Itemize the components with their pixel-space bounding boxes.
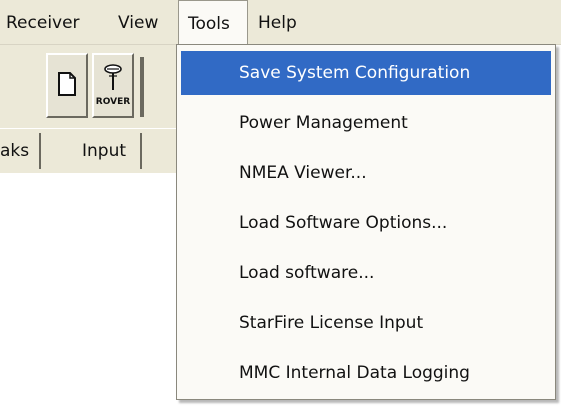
rover-antenna-icon bbox=[104, 64, 122, 90]
menu-help[interactable]: Help bbox=[258, 0, 297, 44]
menu-item-load-software[interactable]: Load software... bbox=[181, 251, 551, 295]
application-window: Receiver View Tools Help ROVER aks Input… bbox=[0, 0, 561, 407]
menu-item-nmea-viewer[interactable]: NMEA Viewer... bbox=[181, 151, 551, 195]
menu-tools[interactable]: Tools bbox=[178, 0, 248, 44]
new-document-icon bbox=[58, 72, 76, 96]
tab-strip: aks Input bbox=[0, 128, 190, 173]
menu-view[interactable]: View bbox=[118, 0, 158, 44]
menu-item-power-management[interactable]: Power Management bbox=[181, 101, 551, 145]
tab-input[interactable]: Input bbox=[70, 133, 143, 169]
tab-peaks[interactable]: aks bbox=[0, 133, 42, 169]
menu-item-save-system-configuration[interactable]: Save System Configuration bbox=[181, 51, 551, 95]
menu-item-starfire-license-input[interactable]: StarFire License Input bbox=[181, 301, 551, 345]
toolbar: ROVER bbox=[0, 45, 190, 128]
menu-bar-empty-area bbox=[316, 0, 561, 44]
tab-peaks-label: aks bbox=[0, 141, 30, 161]
rover-button[interactable]: ROVER bbox=[92, 53, 134, 118]
menu-item-load-software-options[interactable]: Load Software Options... bbox=[181, 201, 551, 245]
menu-receiver[interactable]: Receiver bbox=[6, 0, 80, 44]
rover-label: ROVER bbox=[95, 97, 131, 107]
menu-bar: Receiver View Tools Help bbox=[0, 0, 561, 45]
new-document-button[interactable] bbox=[46, 53, 88, 118]
tools-dropdown-menu: Save System Configuration Power Manageme… bbox=[176, 44, 556, 400]
menu-item-mmc-internal-data-logging[interactable]: MMC Internal Data Logging bbox=[181, 351, 551, 395]
toolbar-button-edge bbox=[140, 57, 144, 117]
tab-input-label: Input bbox=[82, 141, 127, 161]
